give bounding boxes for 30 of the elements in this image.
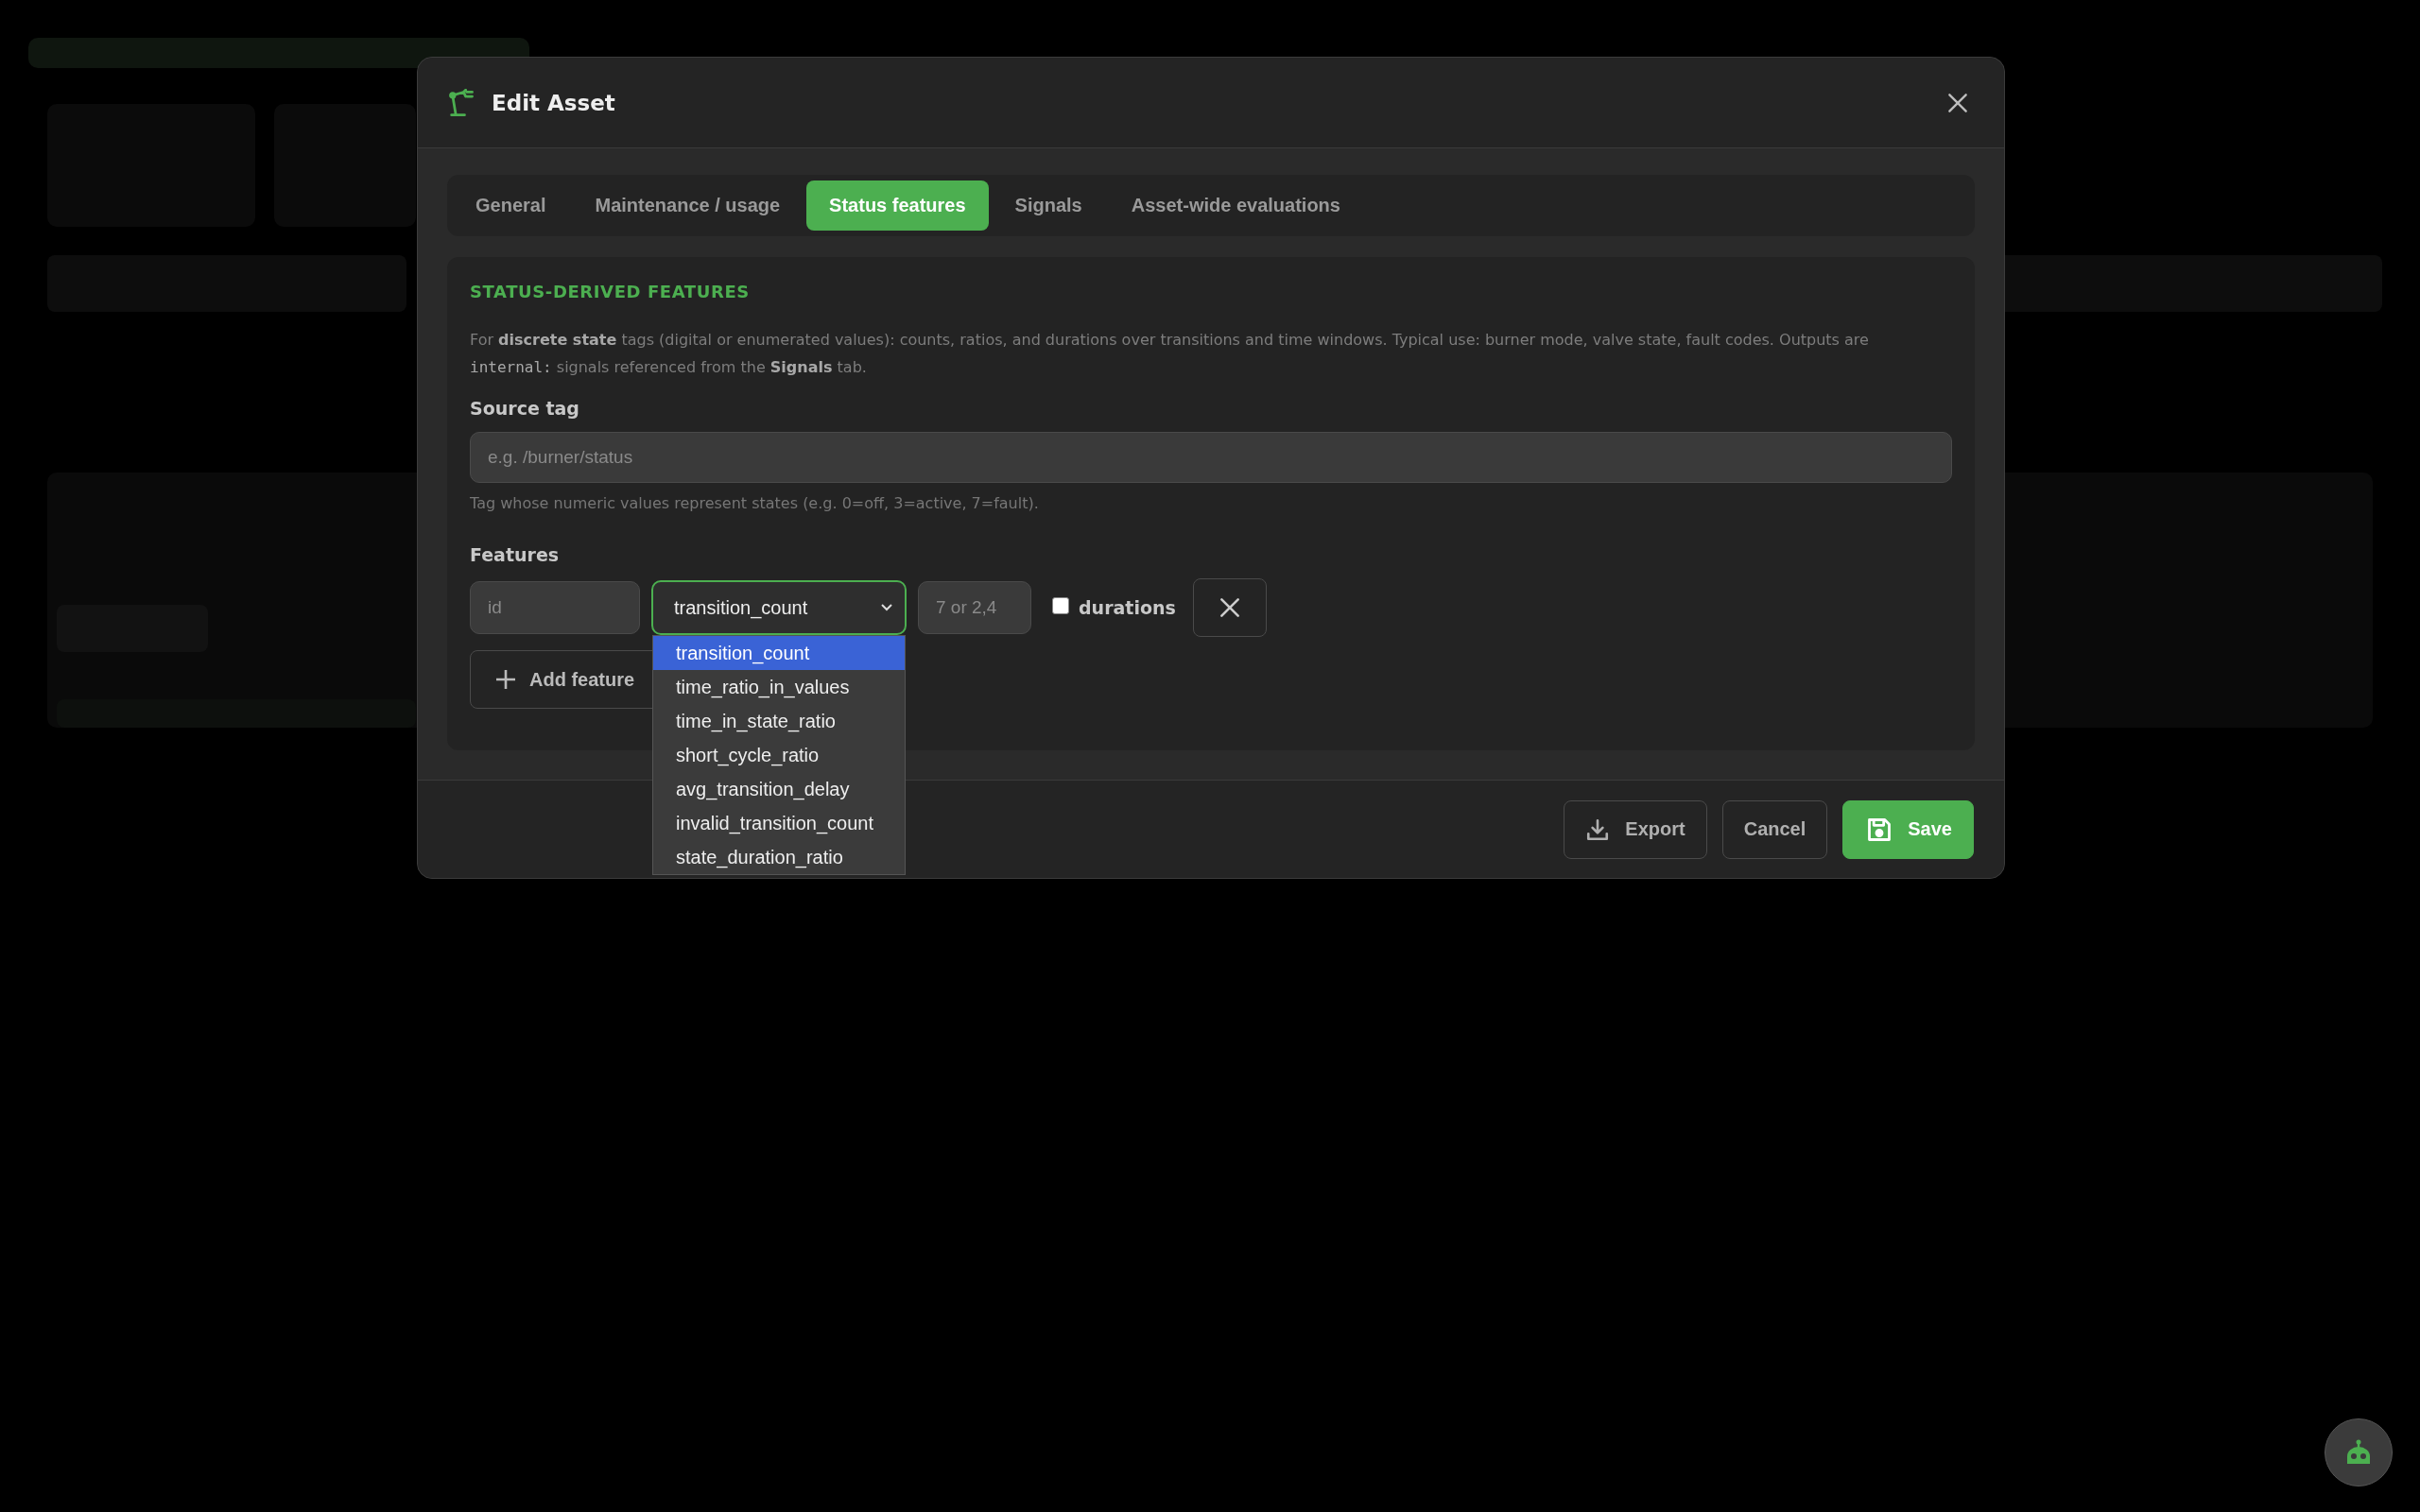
download-icon [1585,816,1611,842]
chevron-down-icon [880,603,893,612]
feature-type-select[interactable]: transition_count [651,580,907,635]
dialog-title: Edit Asset [492,90,616,115]
field-label: Features [470,544,561,565]
checkbox-label: durations [1079,597,1176,618]
robot-arm-icon [448,88,475,117]
dropdown-option[interactable]: avg_transition_delay [653,772,905,806]
dropdown-option[interactable]: short_cycle_ratio [653,738,905,772]
tab[interactable]: Signals [992,180,1105,231]
tab[interactable]: General [453,180,569,231]
dropdown-option[interactable]: transition_count [653,636,905,670]
field-hint: Tag whose numeric values represent states (e.g. 0=off, 3=active, 7=fault). [470,494,1040,512]
tab[interactable]: Maintenance / usage [572,180,804,231]
field-label: Source tag [470,398,580,419]
values-field[interactable]: 7 or 2,4 [918,581,1031,634]
dropdown-option[interactable]: invalid_transition_count [653,806,905,840]
remove-button[interactable] [1192,578,1267,637]
robot-icon [2344,1439,2373,1466]
description: For discrete state tags (digital or enumerated values): counts, ratios, and durations over transitions and time windows. Typical use: burner mode, valve state, fault codes. Outputs are internal: signals referenced from the Signals tab. [470,330,1870,378]
dropdown-option[interactable]: state_duration_ratio [653,840,905,874]
cancel-button[interactable]: Cancel [1721,799,1828,859]
section-heading: STATUS-DERIVED FEATURES [470,282,751,301]
floppy-disk-icon [1866,816,1893,843]
durations-checkbox[interactable] [1052,597,1069,614]
plus-icon [495,669,516,690]
id-field[interactable]: id [470,581,640,634]
source-tag-field[interactable]: e.g. /burner/status [470,432,1952,483]
tab[interactable]: Asset-wide evaluations [1108,180,1363,231]
export-button[interactable]: Export [1564,799,1707,859]
